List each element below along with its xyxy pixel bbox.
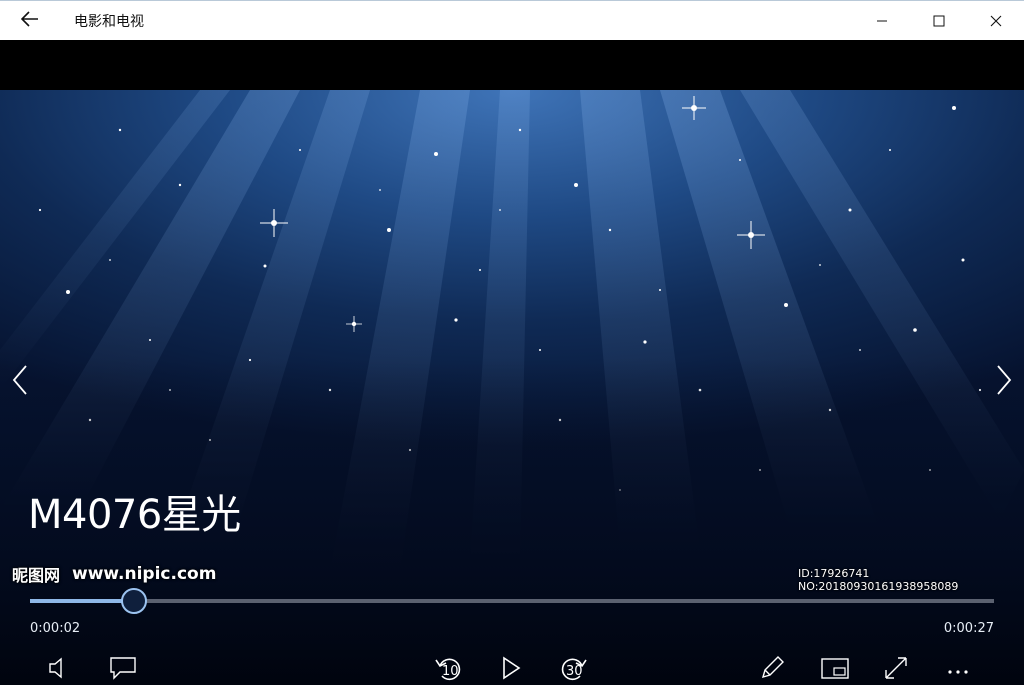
watermark-logo: 昵图网 www.nipic.com xyxy=(12,562,216,586)
fullscreen-icon xyxy=(882,654,910,685)
edit-button[interactable] xyxy=(758,654,786,685)
back-button[interactable] xyxy=(0,1,60,41)
seek-bar[interactable] xyxy=(30,588,994,614)
next-button[interactable] xyxy=(986,360,1022,404)
skip-back-button[interactable]: 10 xyxy=(432,654,464,685)
elapsed-time: 0:00:02 xyxy=(30,621,81,636)
video-frame[interactable]: M4076星光 0:00:02 0:00:27 10 30 xyxy=(0,90,1024,685)
seek-bar-progress xyxy=(30,599,135,603)
play-button[interactable] xyxy=(500,654,522,685)
picture-in-picture-icon xyxy=(820,654,850,685)
app-title: 电影和电视 xyxy=(74,13,144,30)
chevron-right-icon xyxy=(996,365,1012,399)
total-time: 0:00:27 xyxy=(943,621,994,636)
play-icon xyxy=(500,654,522,685)
back-arrow-icon xyxy=(20,10,39,31)
minimize-icon xyxy=(876,12,888,31)
pencil-icon xyxy=(758,654,786,685)
playback-controls: 10 30 xyxy=(0,652,1024,685)
letterbox-bar xyxy=(0,40,1024,90)
subtitles-icon xyxy=(108,654,138,685)
watermark-id: ID:17926741 NO:20180930161938958089 xyxy=(798,567,959,593)
volume-button[interactable] xyxy=(46,654,74,685)
skip-forward-label: 30 xyxy=(566,664,583,679)
miniview-button[interactable] xyxy=(820,654,850,685)
starfield xyxy=(38,96,982,491)
previous-button[interactable] xyxy=(2,360,38,404)
seek-bar-thumb[interactable] xyxy=(121,588,148,614)
window-controls xyxy=(853,1,1024,41)
title-bar: 电影和电视 xyxy=(0,0,1024,40)
more-options-button[interactable] xyxy=(944,654,972,685)
more-icon xyxy=(944,654,972,685)
watermark-site: www.nipic.com xyxy=(72,564,217,584)
skip-back-label: 10 xyxy=(442,664,459,679)
video-title: M4076星光 xyxy=(28,492,241,538)
maximize-icon xyxy=(933,12,945,31)
skip-forward-button[interactable]: 30 xyxy=(558,654,590,685)
subtitles-button[interactable] xyxy=(108,654,138,685)
close-icon xyxy=(990,12,1002,31)
light-rays xyxy=(0,90,1024,570)
maximize-button[interactable] xyxy=(910,1,967,41)
minimize-button[interactable] xyxy=(853,1,910,41)
watermark-logo-text: 昵图网 xyxy=(12,566,61,585)
fullscreen-button[interactable] xyxy=(882,654,910,685)
volume-icon xyxy=(46,654,74,685)
chevron-left-icon xyxy=(12,365,28,399)
close-button[interactable] xyxy=(967,1,1024,41)
